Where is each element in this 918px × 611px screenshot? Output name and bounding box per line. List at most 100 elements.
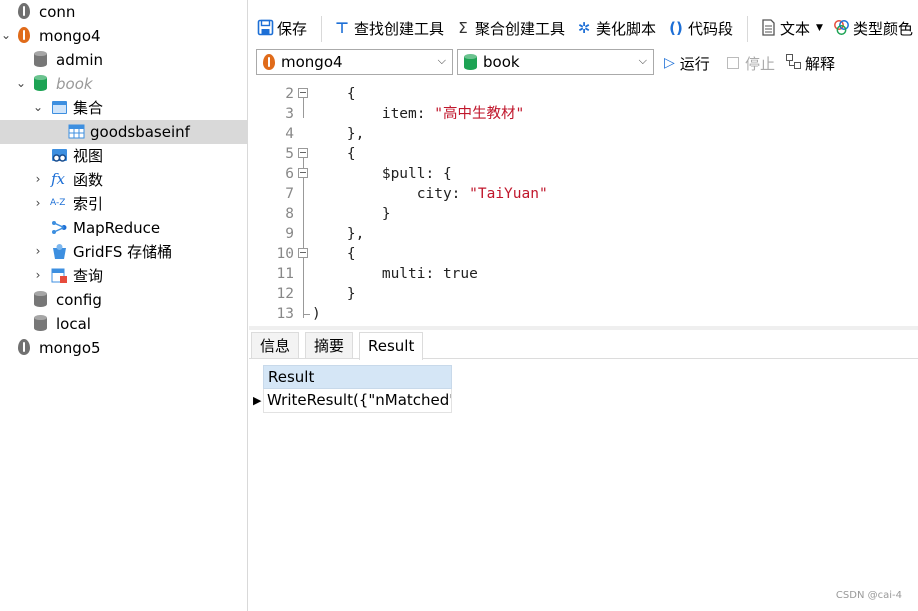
beautify-button[interactable]: ✲ 美化脚本 — [575, 12, 656, 44]
mongodb-leaf-icon — [18, 3, 35, 20]
tree-item-mapreduce[interactable]: MapReduce — [0, 216, 247, 240]
document-icon — [759, 19, 777, 37]
type-color-button[interactable]: 类型颜色 — [832, 12, 913, 44]
tree-item-indexes[interactable]: › A-Z 索引 — [0, 192, 247, 216]
tree-item-label: mongo5 — [39, 339, 101, 357]
caret-down-icon[interactable]: ▼ — [816, 23, 823, 33]
chevron-down-icon[interactable]: ⌄ — [15, 75, 27, 91]
code-line: 3 item: "高中生教材" — [249, 104, 918, 124]
code-text: }, — [312, 226, 365, 242]
line-number: 7 — [285, 186, 294, 202]
grid-cell[interactable]: WriteResult({"nMatched" — [263, 389, 452, 413]
line-number: 5 — [285, 146, 294, 162]
code-text: } — [312, 286, 356, 302]
code-text: { — [312, 146, 356, 162]
explain-button[interactable]: 解释 — [786, 51, 835, 75]
chevron-right-icon[interactable]: › — [32, 243, 44, 259]
tree-item-mongo4[interactable]: ⌄ mongo4 — [0, 24, 247, 48]
tree-item-label: 函数 — [73, 171, 104, 189]
toolbar-divider — [747, 16, 748, 42]
tree-item-mongo5[interactable]: mongo5 — [0, 336, 247, 360]
tree-item-goodsbaseinf[interactable]: goodsbaseinf — [0, 120, 247, 144]
find-builder-button[interactable]: ⊤ 查找创建工具 — [333, 12, 444, 44]
fold-toggle-icon[interactable] — [298, 88, 308, 98]
line-number: 2 — [285, 86, 294, 102]
stop-button[interactable]: 停止 — [727, 51, 775, 75]
function-icon: fx — [51, 170, 66, 188]
tree-item-book[interactable]: ⌄ book — [0, 72, 247, 96]
tree-item-label: config — [56, 291, 102, 309]
tree-item-admin[interactable]: admin — [0, 48, 247, 72]
tab-summary[interactable]: 摘要 — [305, 332, 354, 358]
tree-item-label: conn — [39, 3, 76, 21]
snippet-label: 代码段 — [688, 19, 734, 38]
code-text: $pull: { — [312, 166, 452, 182]
fold-toggle-icon[interactable] — [298, 148, 308, 158]
tree-item-label: MapReduce — [73, 219, 161, 237]
query-editor[interactable]: 2 { 3 item: "高中生教材" 4 }, 5 { 6 $pull: { … — [249, 84, 918, 327]
tree-item-local[interactable]: local — [0, 312, 247, 336]
editor-toolbar: 保存 ⊤ 查找创建工具 Σ 聚合创建工具 ✲ 美化脚本 () 代码段 文本 ▼ … — [249, 12, 918, 46]
database-icon — [34, 75, 51, 92]
mapreduce-icon — [51, 219, 68, 236]
tree-item-conn[interactable]: conn — [0, 0, 247, 24]
code-line: 9 }, — [249, 224, 918, 244]
code-text: }, — [312, 126, 365, 142]
grid-column-header[interactable]: Result — [263, 365, 452, 389]
tree-item-collections[interactable]: ⌄ 集合 — [0, 96, 247, 120]
collection-folder-icon — [51, 99, 68, 116]
tree-item-gridfs[interactable]: › GridFS 存储桶 — [0, 240, 247, 264]
play-icon: ▷ — [664, 55, 675, 71]
tree-item-label: goodsbaseinf — [90, 123, 190, 141]
code-line: 8 } — [249, 204, 918, 224]
run-button[interactable]: ▷ 运行 — [664, 51, 710, 75]
database-icon — [34, 51, 51, 68]
tree-item-config[interactable]: config — [0, 288, 247, 312]
fold-toggle-icon[interactable] — [298, 248, 308, 258]
tree-item-label: 视图 — [73, 147, 104, 165]
connection-select[interactable]: mongo4 ⌵ — [256, 49, 453, 75]
aggregate-builder-label: 聚合创建工具 — [475, 19, 566, 38]
save-icon — [256, 19, 274, 37]
magic-wand-icon: ✲ — [577, 19, 591, 37]
chevron-right-icon[interactable]: › — [32, 195, 44, 211]
explain-label: 解释 — [805, 54, 836, 73]
aggregate-builder-button[interactable]: Σ 聚合创建工具 — [454, 12, 565, 44]
type-color-label: 类型颜色 — [853, 19, 914, 38]
stop-label: 停止 — [745, 54, 776, 73]
tree-item-views[interactable]: 视图 — [0, 144, 247, 168]
navigator-sidebar: conn ⌄ mongo4 admin ⌄ book ⌄ 集合 goodsbas… — [0, 0, 248, 611]
chevron-right-icon[interactable]: › — [32, 267, 44, 283]
code-line: 6 $pull: { — [249, 164, 918, 184]
tab-result[interactable]: Result — [359, 332, 424, 360]
chevron-down-icon[interactable]: ⌄ — [32, 99, 44, 115]
database-value: book — [483, 53, 520, 71]
database-select[interactable]: book ⌵ — [457, 49, 654, 75]
table-icon — [68, 123, 85, 140]
mongodb-leaf-icon — [263, 54, 275, 70]
database-icon — [34, 291, 51, 308]
line-number: 8 — [285, 206, 294, 222]
code-line: 5 { — [249, 144, 918, 164]
tab-info[interactable]: 信息 — [251, 332, 300, 358]
save-button[interactable]: 保存 — [256, 12, 307, 44]
tree-item-label: local — [56, 315, 91, 333]
code-text: } — [312, 206, 391, 222]
fold-toggle-icon[interactable] — [298, 168, 308, 178]
beautify-label: 美化脚本 — [596, 19, 657, 38]
chevron-down-icon[interactable]: ⌄ — [0, 27, 12, 43]
snippet-button[interactable]: () 代码段 — [667, 12, 733, 44]
code-text: ) — [312, 306, 321, 322]
find-builder-label: 查找创建工具 — [354, 19, 445, 38]
line-number: 12 — [276, 286, 294, 302]
tree-item-label: mongo4 — [39, 27, 101, 45]
view-icon — [51, 147, 68, 164]
chevron-down-icon: ⌵ — [638, 54, 647, 67]
tree-item-functions[interactable]: › fx 函数 — [0, 168, 247, 192]
text-view-label: 文本 — [780, 19, 811, 38]
explain-icon — [786, 53, 801, 73]
tree-item-queries[interactable]: › 查询 — [0, 264, 247, 288]
database-icon — [464, 54, 477, 70]
chevron-right-icon[interactable]: › — [32, 171, 44, 187]
text-view-button[interactable]: 文本 ▼ — [759, 12, 823, 44]
